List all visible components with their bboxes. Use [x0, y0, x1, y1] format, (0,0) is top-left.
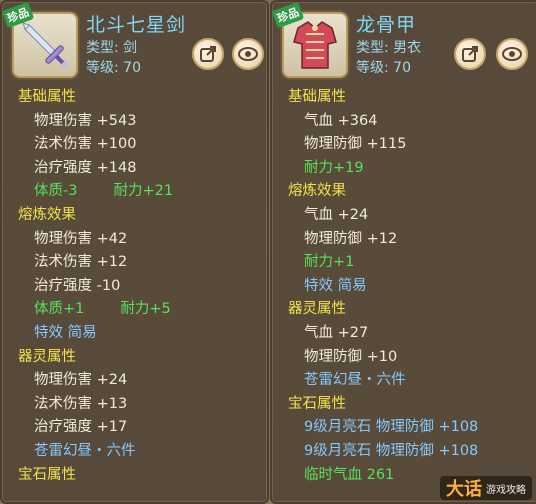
- share-button[interactable]: [454, 38, 486, 70]
- watermark-logo: 大话 游戏攻略: [440, 476, 532, 500]
- attr-row: 耐力+1: [304, 254, 355, 271]
- item-type: 类型: 男衣: [356, 40, 422, 56]
- attribute-list: 基础属性 气血 +364 物理防御 +115 耐力+19 熔炼效果 气血 +24…: [272, 86, 536, 487]
- eye-icon: [502, 47, 522, 61]
- item-name: 龙骨甲: [356, 14, 417, 36]
- watermark-small: 游戏攻略: [486, 484, 526, 496]
- attr-row: 物理伤害 +24: [34, 372, 128, 389]
- attr-row: 体质+1 耐力+5: [2, 298, 267, 322]
- attr-special: 特效 简易: [304, 277, 367, 294]
- item-tooltip-sword: 珍品 北斗七星剑 类型: 剑 等级: 70 基础属性 物理伤害 +543 法术伤…: [0, 0, 269, 504]
- attr-row: 法术伤害 +13: [34, 395, 128, 412]
- item-tooltip-armor: 珍品 龙骨甲 类型: 男衣 等级: 70 基础属性 气血 +364 物理防御 +…: [270, 0, 536, 504]
- attr-row: 法术伤害 +12: [34, 254, 128, 271]
- item-level: 等级: 70: [356, 60, 411, 76]
- attr-row: 法术伤害 +100: [34, 136, 137, 153]
- attr-constitution: 体质+1: [34, 301, 85, 318]
- eye-icon: [238, 47, 258, 61]
- attr-row: 治疗强度 -10: [34, 277, 121, 294]
- section-refine: 熔炼效果: [18, 206, 76, 223]
- section-refine: 熔炼效果: [288, 183, 346, 200]
- attr-row: 物理伤害 +42: [34, 230, 128, 247]
- preview-button[interactable]: [232, 38, 264, 70]
- item-name: 北斗七星剑: [86, 14, 187, 36]
- attr-row: 物理防御 +115: [304, 136, 407, 153]
- share-icon: [200, 46, 216, 62]
- attr-gem: 9级月亮石 物理防御 +108: [304, 442, 479, 459]
- preview-button[interactable]: [496, 38, 528, 70]
- attr-row: 耐力+19: [304, 159, 364, 176]
- item-level: 等级: 70: [86, 60, 141, 76]
- item-header: 珍品 龙骨甲 类型: 男衣 等级: 70: [272, 2, 536, 86]
- section-basic: 基础属性: [18, 89, 76, 105]
- section-basic: 基础属性: [288, 89, 346, 105]
- attr-set: 苍雷幻昼・六件: [304, 372, 406, 389]
- share-icon: [462, 46, 478, 62]
- attr-row: 体质-3 耐力+21: [2, 180, 267, 204]
- item-header: 珍品 北斗七星剑 类型: 剑 等级: 70: [2, 2, 267, 86]
- attr-row: 物理伤害 +543: [34, 112, 137, 129]
- attr-set: 苍雷幻昼・六件: [34, 442, 136, 459]
- attr-row: 气血 +364: [304, 112, 378, 129]
- attr-endurance: 耐力+5: [120, 301, 171, 318]
- attr-constitution: 体质-3: [34, 183, 78, 200]
- share-button[interactable]: [192, 38, 224, 70]
- section-gem: 宝石属性: [288, 395, 346, 412]
- attribute-list: 基础属性 物理伤害 +543 法术伤害 +100 治疗强度 +148 体质-3 耐…: [2, 86, 267, 487]
- watermark-big: 大话: [446, 479, 482, 500]
- attr-row: 气血 +27: [304, 324, 369, 341]
- section-spirit: 器灵属性: [288, 301, 346, 318]
- attr-row: 治疗强度 +17: [34, 419, 128, 436]
- attr-row: 治疗强度 +148: [34, 159, 137, 176]
- item-type: 类型: 剑: [86, 40, 138, 56]
- attr-row: 物理防御 +10: [304, 348, 398, 365]
- section-gem: 宝石属性: [18, 466, 76, 483]
- attr-special: 特效 简易: [34, 324, 97, 341]
- section-spirit: 器灵属性: [18, 348, 76, 365]
- attr-endurance: 耐力+21: [113, 183, 174, 200]
- attr-row: 气血 +24: [304, 206, 369, 223]
- attr-gem: 9级月亮石 物理防御 +108: [304, 419, 479, 436]
- attr-row: 物理防御 +12: [304, 230, 398, 247]
